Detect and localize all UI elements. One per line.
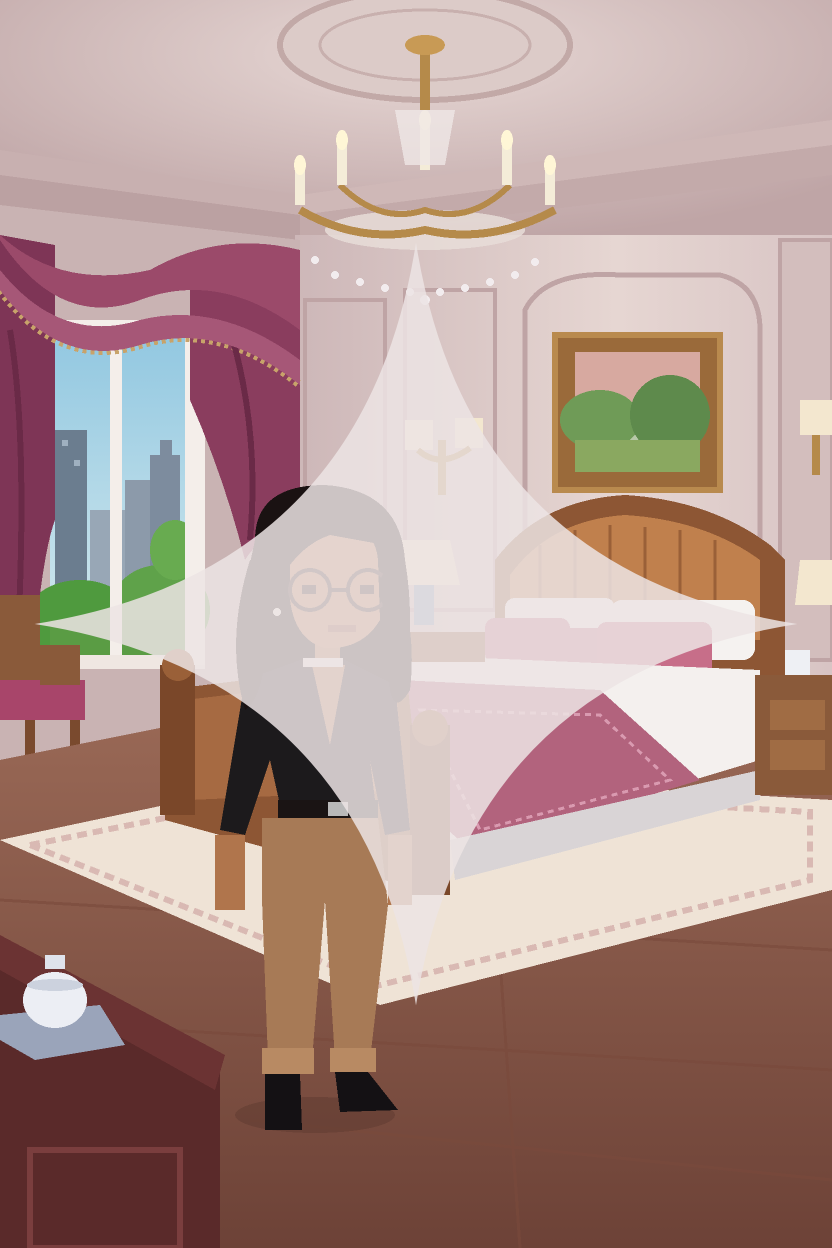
game-scene — [0, 0, 832, 1248]
sparkle-icon — [34, 242, 798, 1006]
